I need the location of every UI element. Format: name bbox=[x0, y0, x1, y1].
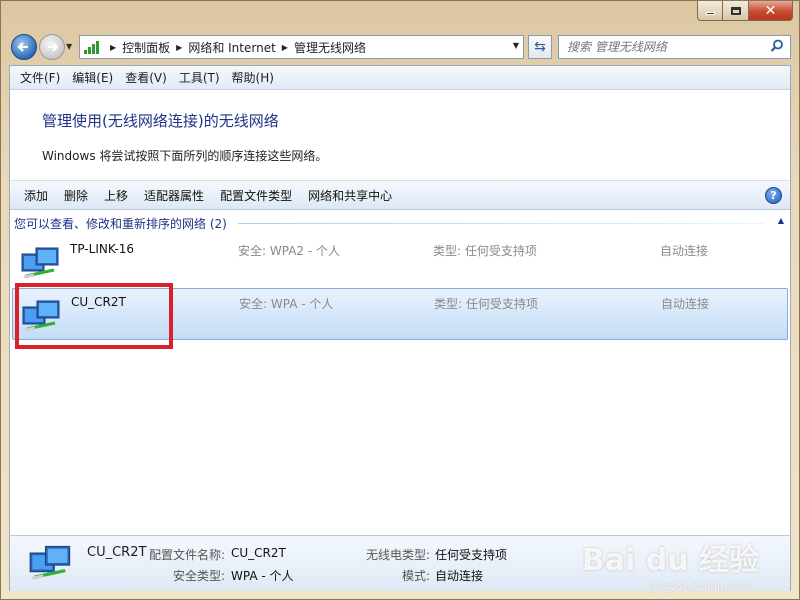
adapter-properties-button[interactable]: 适配器属性 bbox=[136, 187, 212, 204]
history-dropdown-icon[interactable]: ▼ bbox=[66, 42, 72, 51]
security-type-label: 安全类型: bbox=[173, 569, 226, 583]
wireless-network-icon bbox=[21, 247, 59, 279]
breadcrumb-manage-wireless[interactable]: 管理无线网络 bbox=[294, 39, 366, 56]
menu-bar: 文件(F) 编辑(E) 查看(V) 工具(T) 帮助(H) bbox=[10, 66, 790, 90]
address-dropdown-icon[interactable]: ▼ bbox=[513, 41, 519, 50]
header-area: 管理使用(无线网络连接)的无线网络 Windows 将尝试按照下面所列的顺序连接… bbox=[10, 90, 790, 180]
search-icon[interactable] bbox=[770, 39, 784, 53]
baidu-watermark-url: jingyan.baidu.com bbox=[649, 580, 751, 593]
network-name: CU_CR2T bbox=[71, 295, 126, 309]
page-description: Windows 将尝试按照下面所列的顺序连接这些网络。 bbox=[42, 149, 328, 163]
profile-name-value: CU_CR2T bbox=[231, 546, 286, 560]
caption-buttons: ✕ bbox=[697, 1, 793, 21]
network-mode: 自动连接 bbox=[660, 244, 709, 258]
wireless-network-icon bbox=[22, 300, 60, 332]
network-security: 安全: WPA2 - 个人 bbox=[238, 244, 340, 258]
search-box[interactable] bbox=[558, 35, 791, 59]
menu-help[interactable]: 帮助(H) bbox=[226, 69, 280, 86]
wireless-network-icon bbox=[29, 545, 71, 580]
minimize-icon bbox=[705, 12, 715, 15]
menu-tools[interactable]: 工具(T) bbox=[173, 69, 226, 86]
baidu-watermark: Bai du 经验 bbox=[581, 543, 759, 578]
profile-type-button[interactable]: 配置文件类型 bbox=[212, 187, 300, 204]
navigation-bar: ▼ ▶ 控制面板 ▶ 网络和 Internet ▶ 管理无线网络 ▼ ⇆ bbox=[9, 33, 791, 61]
help-icon[interactable]: ? bbox=[765, 187, 782, 204]
breadcrumb-control-panel[interactable]: 控制面板 bbox=[122, 39, 170, 56]
radio-type-label: 无线电类型: bbox=[366, 548, 431, 562]
menu-edit[interactable]: 编辑(E) bbox=[66, 69, 119, 86]
group-divider bbox=[238, 223, 764, 224]
page-title: 管理使用(无线网络连接)的无线网络 bbox=[42, 112, 279, 130]
mode-value: 自动连接 bbox=[435, 569, 484, 583]
minimize-button[interactable] bbox=[697, 1, 723, 21]
maximize-icon bbox=[730, 6, 741, 15]
chevron-right-icon: ▶ bbox=[176, 42, 183, 52]
chevron-right-icon: ▶ bbox=[281, 42, 288, 52]
command-bar: 添加 删除 上移 适配器属性 配置文件类型 网络和共享中心 ? bbox=[10, 180, 790, 210]
refresh-icon: ⇆ bbox=[534, 39, 546, 55]
network-group-header[interactable]: 您可以查看、修改和重新排序的网络 (2) ▲ bbox=[10, 210, 790, 236]
forward-arrow-icon bbox=[48, 42, 59, 52]
close-button[interactable]: ✕ bbox=[749, 1, 793, 21]
maximize-button[interactable] bbox=[723, 1, 749, 21]
network-security: 安全: WPA - 个人 bbox=[239, 297, 334, 311]
delete-button[interactable]: 删除 bbox=[56, 187, 96, 204]
back-arrow-icon bbox=[17, 42, 28, 52]
back-button[interactable] bbox=[11, 34, 37, 60]
breadcrumb-network-internet[interactable]: 网络和 Internet bbox=[188, 39, 275, 56]
search-input[interactable] bbox=[567, 40, 767, 54]
radio-type-value: 任何受支持项 bbox=[435, 548, 508, 562]
network-name: TP-LINK-16 bbox=[70, 242, 135, 256]
chevron-right-icon: ▶ bbox=[110, 42, 117, 52]
group-title: 您可以查看、修改和重新排序的网络 (2) bbox=[14, 216, 227, 231]
profile-name-label: 配置文件名称: bbox=[149, 548, 226, 562]
address-bar[interactable]: ▶ 控制面板 ▶ 网络和 Internet ▶ 管理无线网络 ▼ bbox=[79, 35, 524, 59]
menu-view[interactable]: 查看(V) bbox=[119, 69, 173, 86]
chevron-up-icon[interactable]: ▲ bbox=[778, 216, 784, 225]
details-network-name: CU_CR2T bbox=[87, 545, 147, 560]
network-row[interactable]: TP-LINK-16 安全: WPA2 - 个人 类型: 任何受支持项 自动连接 bbox=[12, 236, 788, 288]
network-signal-icon bbox=[84, 40, 100, 54]
network-type: 类型: 任何受支持项 bbox=[434, 297, 538, 311]
network-type: 类型: 任何受支持项 bbox=[433, 244, 537, 258]
network-sharing-center-button[interactable]: 网络和共享中心 bbox=[300, 187, 400, 204]
refresh-button[interactable]: ⇆ bbox=[528, 35, 552, 59]
forward-button[interactable] bbox=[39, 34, 65, 60]
mode-label: 模式: bbox=[402, 569, 431, 583]
network-row-selected[interactable]: CU_CR2T 安全: WPA - 个人 类型: 任何受支持项 自动连接 bbox=[12, 288, 788, 340]
network-mode: 自动连接 bbox=[661, 297, 710, 311]
close-icon: ✕ bbox=[764, 2, 777, 19]
menu-file[interactable]: 文件(F) bbox=[14, 69, 66, 86]
security-type-value: WPA - 个人 bbox=[231, 569, 294, 583]
client-area: 文件(F) 编辑(E) 查看(V) 工具(T) 帮助(H) 管理使用(无线网络连… bbox=[9, 65, 791, 591]
window-frame: ✕ ▼ ▶ 控制面板 ▶ 网络和 Internet ▶ 管理无线网络 ▼ ⇆ 搜… bbox=[0, 0, 800, 600]
add-button[interactable]: 添加 bbox=[16, 187, 56, 204]
move-up-button[interactable]: 上移 bbox=[96, 187, 136, 204]
